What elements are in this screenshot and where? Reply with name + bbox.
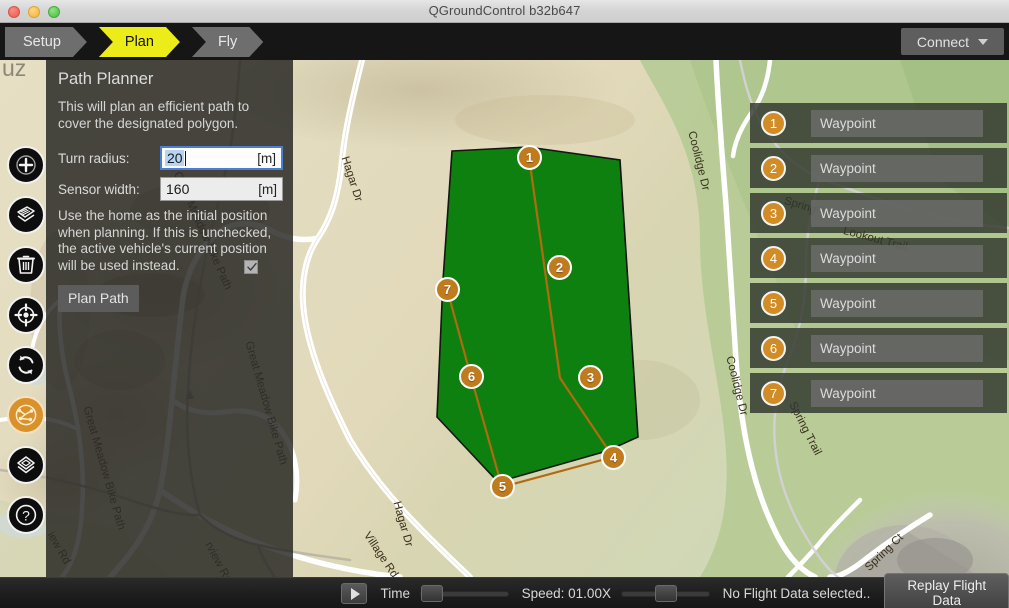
crosshair-icon: [14, 303, 38, 327]
waypoint-list-item-2[interactable]: 2 Waypoint: [750, 148, 1007, 188]
map-waypoint-marker-2[interactable]: 2: [547, 255, 572, 280]
waypoint-index-badge: 1: [761, 110, 786, 136]
connect-button-label: Connect: [916, 33, 970, 50]
connect-button[interactable]: Connect: [901, 28, 1004, 55]
waypoint-label-field[interactable]: Waypoint: [811, 109, 983, 137]
turn-radius-label: Turn radius:: [58, 150, 130, 166]
home-position-note: Use the home as the initial position whe…: [58, 208, 283, 274]
play-icon: [350, 587, 360, 600]
map-tool-rail: ?: [7, 146, 45, 546]
home-position-note-text: Use the home as the initial position whe…: [58, 208, 272, 273]
qgroundcontrol-window: QGroundControl b32b647 Setup Plan Fly Co…: [0, 0, 1009, 608]
waypoint-label-field[interactable]: Waypoint: [811, 244, 983, 272]
turn-radius-input[interactable]: 20 [m]: [160, 146, 283, 170]
center-on-vehicle-button[interactable]: [7, 296, 45, 334]
sensor-width-row: Sensor width: 160 [m]: [58, 177, 283, 201]
waypoint-index-badge: 5: [761, 290, 786, 316]
time-label: Time: [380, 586, 410, 601]
sensor-width-value: 160: [166, 181, 190, 197]
view-tabs: Setup Plan Fly: [5, 27, 275, 57]
waypoint-label-field[interactable]: Waypoint: [811, 199, 983, 227]
survey-polygon: [436, 146, 639, 483]
map-waypoint-marker-4[interactable]: 4: [601, 445, 626, 470]
window-titlebar: QGroundControl b32b647: [0, 0, 1009, 23]
time-slider-handle[interactable]: [420, 584, 443, 602]
waypoint-index-badge: 3: [761, 200, 786, 226]
map-waypoint-marker-5[interactable]: 5: [490, 474, 515, 499]
waypoint-list-item-3[interactable]: 3 Waypoint: [750, 193, 1007, 233]
play-button[interactable]: [341, 583, 368, 604]
flight-replay-bar: Time Speed: 01.00X No Flight Data select…: [0, 573, 1009, 608]
map-type-button[interactable]: [7, 446, 45, 484]
speed-label: Speed: 01.00X: [521, 586, 611, 601]
waypoint-list-item-7[interactable]: 7 Waypoint: [750, 373, 1007, 413]
help-question-icon: ?: [15, 504, 37, 526]
replay-flight-data-button[interactable]: Replay Flight Data: [884, 573, 1009, 608]
waypoint-label-field[interactable]: Waypoint: [811, 289, 983, 317]
delete-button[interactable]: [7, 246, 45, 284]
speed-slider[interactable]: [620, 584, 710, 602]
flight-data-status: No Flight Data selected..: [722, 586, 871, 601]
sync-button[interactable]: [7, 346, 45, 384]
path-planner-panel: Path Planner This will plan an efficient…: [46, 60, 293, 577]
panel-description: This will plan an efficient path to cove…: [58, 99, 250, 131]
time-slider[interactable]: [419, 584, 509, 602]
path-planner-icon: [15, 404, 37, 426]
map-waypoint-marker-1[interactable]: 1: [517, 145, 542, 170]
tab-setup[interactable]: Setup: [5, 27, 87, 57]
waypoint-index-badge: 4: [761, 245, 786, 271]
panel-title: Path Planner: [58, 70, 154, 88]
speed-slider-handle[interactable]: [654, 584, 677, 602]
sync-refresh-icon: [18, 355, 34, 375]
waypoint-label-field[interactable]: Waypoint: [811, 154, 983, 182]
waypoint-list-item-6[interactable]: 6 Waypoint: [750, 328, 1007, 368]
waypoint-list-item-5[interactable]: 5 Waypoint: [750, 283, 1007, 323]
waypoint-list-item-1[interactable]: 1 Waypoint: [750, 103, 1007, 143]
waypoint-label-field[interactable]: Waypoint: [811, 379, 983, 407]
trash-icon: [17, 255, 35, 274]
waypoint-list-item-4[interactable]: 4 Waypoint: [750, 238, 1007, 278]
tab-fly[interactable]: Fly: [192, 27, 263, 57]
turn-radius-value: 20: [165, 150, 184, 166]
sensor-width-input[interactable]: 160 [m]: [160, 177, 283, 201]
text-caret: [184, 150, 186, 166]
map-waypoint-marker-7[interactable]: 7: [435, 277, 460, 302]
waypoint-list-button[interactable]: [7, 196, 45, 234]
waypoint-index-badge: 6: [761, 335, 786, 361]
path-planner-button[interactable]: [7, 396, 45, 434]
checkmark-icon: [247, 262, 257, 271]
waypoint-list: 1 Waypoint 2 Waypoint 3 Waypoint 4 Waypo…: [750, 103, 1007, 418]
map-layers-icon: [17, 456, 35, 474]
tab-plan[interactable]: Plan: [99, 27, 180, 57]
turn-radius-unit: [m]: [257, 150, 276, 166]
map-waypoint-marker-3[interactable]: 3: [578, 365, 603, 390]
add-waypoint-icon: [16, 155, 36, 175]
use-home-checkbox[interactable]: [244, 260, 258, 274]
turn-radius-row: Turn radius: 20 [m]: [58, 146, 283, 170]
window-title: QGroundControl b32b647: [428, 3, 581, 18]
main-toolbar: Setup Plan Fly Connect: [0, 23, 1009, 60]
sensor-width-label: Sensor width:: [58, 181, 140, 197]
layers-stack-icon: [17, 206, 35, 222]
add-waypoint-button[interactable]: [7, 146, 45, 184]
help-button[interactable]: ?: [7, 496, 45, 534]
chevron-down-icon: [978, 38, 989, 45]
map-waypoint-marker-6[interactable]: 6: [459, 364, 484, 389]
plan-path-button[interactable]: Plan Path: [58, 285, 139, 312]
waypoint-index-badge: 7: [761, 380, 786, 406]
waypoint-index-badge: 2: [761, 155, 786, 181]
svg-text:?: ?: [22, 507, 30, 523]
sensor-width-unit: [m]: [258, 181, 277, 197]
waypoint-label-field[interactable]: Waypoint: [811, 334, 983, 362]
